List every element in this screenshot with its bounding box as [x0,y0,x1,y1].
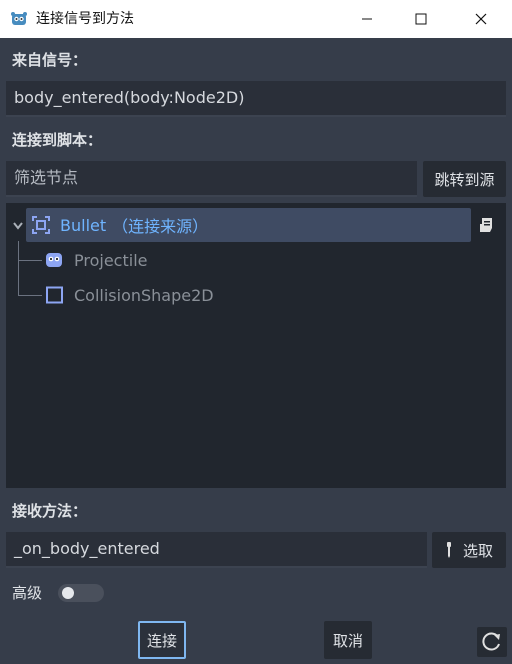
tree-connector [18,260,42,261]
script-label: 连接到脚本： [12,131,103,149]
connect-button[interactable]: 连接 [138,621,186,659]
minimize-button[interactable] [344,0,390,38]
chevron-down-icon[interactable] [12,221,24,231]
tree-connector [18,295,42,296]
godot-icon [11,12,27,25]
tree-item-collisionshape2d[interactable]: CollisionShape2D [44,278,344,312]
signal-label: 来自信号： [12,51,88,69]
method-label: 接收方法： [12,502,88,520]
pick-method-button[interactable]: 选取 [432,532,506,568]
cancel-button[interactable]: 取消 [324,621,372,659]
pipette-icon [446,542,451,558]
tree-item-suffix: （连接来源） [112,217,209,236]
maximize-button[interactable] [398,0,444,38]
maximize-icon [415,13,427,25]
godot-head-icon [46,253,62,267]
script-icon[interactable] [477,216,495,234]
title-bar: 连接信号到方法 [0,0,512,38]
tree-item-label: Projectile [74,250,148,270]
refresh-button[interactable] [477,627,507,657]
tree-connector [18,241,19,295]
tree-item-bullet[interactable]: Bullet （连接来源） [26,208,471,242]
area2d-icon [32,216,50,234]
close-button[interactable] [458,0,504,38]
pick-method-label: 选取 [462,541,493,560]
goto-source-button[interactable]: 跳转到源 [423,161,506,197]
tree-item-projectile[interactable]: Projectile [44,243,344,277]
close-icon [475,13,487,25]
collision-shape-icon [46,286,63,304]
method-name-input[interactable]: _on_body_entered [6,532,427,568]
advanced-label: 高级 [12,584,43,602]
window-title: 连接信号到方法 [36,11,134,27]
refresh-icon [482,632,500,651]
minimize-icon [362,18,372,20]
advanced-toggle[interactable] [58,584,104,602]
tree-item-label: CollisionShape2D [74,285,214,305]
toggle-knob [62,587,74,599]
tree-item-label: Bullet [60,215,107,235]
filter-nodes-input[interactable]: 筛选节点 [6,161,417,197]
signal-field: body_entered(body:Node2D) [6,81,506,117]
node-tree: Bullet （连接来源） Projectile CollisionShape2… [6,203,506,488]
